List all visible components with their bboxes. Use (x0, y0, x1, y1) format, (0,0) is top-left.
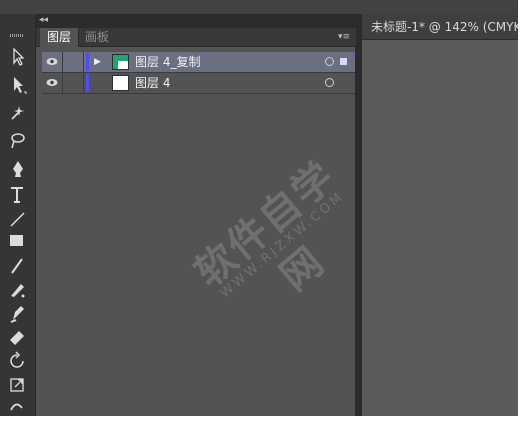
visibility-toggle[interactable] (42, 73, 63, 93)
tab-artboards[interactable]: 画板 (78, 28, 116, 47)
visibility-toggle[interactable] (42, 52, 63, 72)
pen-tool-icon[interactable] (7, 158, 29, 180)
document-tab[interactable]: 未标题-1* @ 142% (CMYK (362, 14, 518, 40)
lock-toggle[interactable] (63, 52, 84, 72)
pencil-tool-icon[interactable] (7, 278, 29, 300)
direct-selection-tool-icon[interactable] (7, 74, 29, 96)
rectangle-tool-icon[interactable] (7, 230, 29, 252)
lock-toggle[interactable] (63, 73, 84, 93)
document-tab-title: 未标题-1* @ 142% (CMYK (371, 20, 518, 34)
blob-brush-tool-icon[interactable] (7, 302, 29, 324)
lasso-tool-icon[interactable] (7, 130, 29, 152)
selected-corner-icon (350, 53, 354, 57)
expand-triangle-icon[interactable]: ▶ (94, 56, 104, 68)
document-area: 未标题-1* @ 142% (CMYK (362, 14, 518, 416)
target-circle-icon[interactable] (325, 57, 334, 66)
rotate-tool-icon[interactable] (7, 350, 29, 372)
type-tool-icon[interactable] (7, 184, 29, 206)
scale-tool-icon[interactable] (7, 374, 29, 396)
selection-tool-icon[interactable] (7, 46, 29, 68)
layer-name[interactable]: 图层 4 (135, 74, 170, 92)
tools-grip-icon[interactable] (10, 34, 24, 37)
warp-tool-icon[interactable] (7, 396, 29, 416)
tab-layers[interactable]: 图层 (40, 28, 80, 47)
target-circle-icon[interactable] (325, 78, 334, 87)
layer-row[interactable]: ▶ 图层 4_复制 (42, 52, 355, 73)
eye-icon (46, 58, 58, 65)
magic-wand-tool-icon[interactable] (7, 102, 29, 124)
eye-icon (46, 79, 58, 86)
line-tool-icon[interactable] (7, 208, 29, 230)
eraser-tool-icon[interactable] (7, 326, 29, 348)
layer-row[interactable]: 图层 4 (42, 73, 355, 94)
layer-thumbnail (112, 75, 129, 91)
tools-panel (0, 14, 36, 416)
panel-menu-icon[interactable]: ▾≡ (336, 31, 350, 43)
paintbrush-tool-icon[interactable] (7, 254, 29, 276)
layer-color-bar (86, 53, 89, 71)
double-chevron-left-icon[interactable]: ◂◂ (39, 14, 53, 28)
panel-header-strip: ◂◂ (36, 14, 356, 28)
layer-thumbnail (112, 54, 129, 70)
panel-tab-bar: 图层 画板 ▾≡ (36, 28, 356, 47)
application-window: ◂◂ 图层 画板 ▾≡ ▶ 图层 4_复制 图层 4 未标题-1* @ 142%… (0, 0, 518, 416)
layer-color-bar (86, 74, 89, 92)
layer-name[interactable]: 图层 4_复制 (135, 53, 200, 71)
selection-indicator-icon[interactable] (339, 57, 348, 66)
layers-panel: 图层 画板 ▾≡ ▶ 图层 4_复制 图层 4 (36, 28, 356, 416)
